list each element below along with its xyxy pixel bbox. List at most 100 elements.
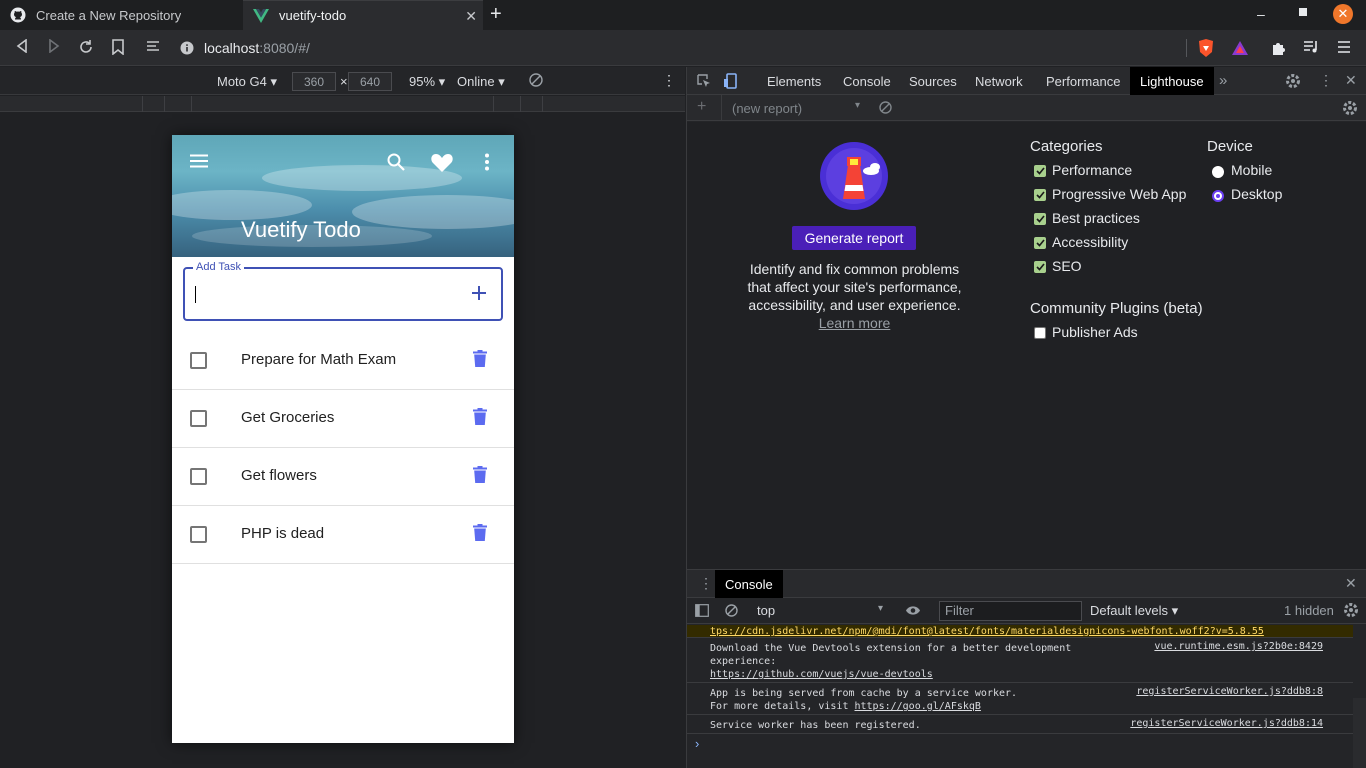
plugin-publisher-ads[interactable]: Publisher Ads xyxy=(1052,324,1138,340)
reader-mode-icon[interactable] xyxy=(146,39,160,53)
tab-console[interactable]: Console xyxy=(833,67,901,95)
viewport-height-input[interactable]: 640 xyxy=(348,72,392,91)
heart-icon[interactable] xyxy=(431,153,453,172)
message-link[interactable]: https://github.com/vuejs/vue-devtools xyxy=(710,668,933,681)
console-settings-icon[interactable] xyxy=(1343,602,1359,618)
text-caret xyxy=(195,286,196,303)
brave-rewards-icon[interactable] xyxy=(1231,40,1249,56)
inspect-element-icon[interactable] xyxy=(697,74,711,88)
reload-icon[interactable] xyxy=(78,39,94,55)
log-levels-select[interactable]: Default levels ▾ xyxy=(1090,603,1178,619)
console-prompt-icon[interactable]: › xyxy=(695,736,699,751)
todo-item[interactable]: PHP is dead xyxy=(172,506,514,564)
info-icon[interactable] xyxy=(180,41,194,55)
close-tab-icon[interactable]: ✕ xyxy=(465,8,477,25)
trash-icon[interactable] xyxy=(473,408,487,425)
drawer-menu-icon[interactable]: ⋮ xyxy=(699,575,713,592)
more-options-icon[interactable]: ⋮ xyxy=(662,72,676,89)
tab-network[interactable]: Network xyxy=(965,67,1033,95)
close-window-icon[interactable]: ✕ xyxy=(1333,4,1353,24)
console-filter-input[interactable]: Filter xyxy=(939,601,1082,621)
tab-lighthouse[interactable]: Lighthouse xyxy=(1130,67,1214,95)
checkbox-pwa[interactable] xyxy=(1034,189,1046,201)
trash-icon[interactable] xyxy=(473,466,487,483)
more-vert-icon[interactable] xyxy=(484,153,490,171)
clear-icon[interactable] xyxy=(879,101,892,114)
category-accessibility[interactable]: Accessibility xyxy=(1052,234,1128,250)
todo-checkbox[interactable] xyxy=(190,352,207,369)
rotate-icon[interactable] xyxy=(529,73,543,87)
device-select[interactable]: Moto G4 ▾ xyxy=(217,74,277,90)
url-text[interactable]: localhost:8080/#/ xyxy=(204,40,310,56)
tab-sources[interactable]: Sources xyxy=(899,67,967,95)
context-select[interactable]: top xyxy=(757,603,775,618)
close-devtools-icon[interactable]: ✕ xyxy=(1345,72,1357,89)
message-text[interactable]: tps://cdn.jsdelivr.net/npm/@mdi/font@lat… xyxy=(710,625,1264,638)
todo-checkbox[interactable] xyxy=(190,526,207,543)
tab-performance[interactable]: Performance xyxy=(1036,67,1130,95)
network-select[interactable]: Online ▾ xyxy=(457,74,505,90)
categories-heading: Categories xyxy=(1030,138,1103,155)
device-toggle-icon[interactable] xyxy=(724,73,738,89)
search-icon[interactable] xyxy=(387,153,405,171)
close-drawer-icon[interactable]: ✕ xyxy=(1345,575,1357,592)
message-source-link[interactable]: vue.runtime.esm.js?2b0e:8429 xyxy=(1154,641,1323,652)
learn-more-link[interactable]: Learn more xyxy=(819,315,891,331)
radio-mobile[interactable] xyxy=(1212,166,1224,178)
new-tab-icon[interactable]: + xyxy=(490,4,502,24)
category-performance[interactable]: Performance xyxy=(1052,162,1132,178)
back-icon[interactable] xyxy=(15,39,29,53)
trash-icon[interactable] xyxy=(473,350,487,367)
radio-desktop[interactable] xyxy=(1212,190,1224,202)
todo-checkbox[interactable] xyxy=(190,468,207,485)
forward-icon[interactable] xyxy=(47,39,61,53)
category-seo[interactable]: SEO xyxy=(1052,258,1082,274)
tab-create-repository[interactable]: Create a New Repository xyxy=(0,0,243,30)
trash-icon[interactable] xyxy=(473,524,487,541)
todo-item[interactable]: Get Groceries xyxy=(172,390,514,448)
clear-console-icon[interactable] xyxy=(725,604,738,617)
tab-vuetify-todo[interactable]: vuetify-todo ✕ xyxy=(243,0,483,30)
checkbox-performance[interactable] xyxy=(1034,165,1046,177)
todo-checkbox[interactable] xyxy=(190,410,207,427)
add-task-field[interactable]: Add Task xyxy=(183,261,503,321)
report-select[interactable]: (new report) xyxy=(732,101,802,116)
log-levels-value: Default levels xyxy=(1090,603,1169,618)
menu-icon[interactable] xyxy=(1337,40,1351,54)
media-controls-icon[interactable] xyxy=(1303,40,1319,54)
maximize-icon[interactable] xyxy=(1299,8,1307,16)
live-expression-icon[interactable] xyxy=(905,605,921,616)
sidebar-toggle-icon[interactable] xyxy=(695,604,709,617)
checkbox-best-practices[interactable] xyxy=(1034,213,1046,225)
category-pwa[interactable]: Progressive Web App xyxy=(1052,186,1186,202)
bookmark-icon[interactable] xyxy=(112,39,124,55)
hamburger-menu-icon[interactable] xyxy=(190,154,208,168)
category-best-practices[interactable]: Best practices xyxy=(1052,210,1140,226)
checkbox-publisher-ads[interactable] xyxy=(1034,327,1046,339)
new-report-icon[interactable]: + xyxy=(697,98,706,116)
viewport-width-input[interactable]: 360 xyxy=(292,72,336,91)
todo-item[interactable]: Get flowers xyxy=(172,448,514,506)
drawer-tab-console[interactable]: Console xyxy=(715,570,783,598)
customize-devtools-icon[interactable]: ⋮ xyxy=(1319,72,1333,89)
device-mobile[interactable]: Mobile xyxy=(1231,162,1272,178)
more-tabs-icon[interactable]: » xyxy=(1219,72,1227,89)
zoom-select[interactable]: 95% ▾ xyxy=(409,74,445,90)
extensions-icon[interactable] xyxy=(1271,40,1287,56)
message-source-link[interactable]: registerServiceWorker.js?ddb8:8 xyxy=(1136,686,1323,697)
lighthouse-settings-icon[interactable] xyxy=(1342,100,1358,116)
checkbox-accessibility[interactable] xyxy=(1034,237,1046,249)
message-link[interactable]: https://goo.gl/AFskqB xyxy=(855,701,981,712)
generate-report-button[interactable]: Generate report xyxy=(792,226,916,250)
settings-icon[interactable] xyxy=(1285,73,1301,89)
brave-shield-icon[interactable] xyxy=(1197,38,1215,58)
checkbox-seo[interactable] xyxy=(1034,261,1046,273)
add-task-icon[interactable] xyxy=(471,279,487,301)
tab-elements[interactable]: Elements xyxy=(757,67,831,95)
message-source-link[interactable]: registerServiceWorker.js?ddb8:14 xyxy=(1130,718,1323,729)
console-scrollbar[interactable] xyxy=(1353,698,1366,768)
device-desktop[interactable]: Desktop xyxy=(1231,186,1282,202)
address-bar[interactable]: localhost:8080/#/ xyxy=(180,33,1190,63)
minimize-icon[interactable]: – xyxy=(1257,6,1265,22)
todo-item[interactable]: Prepare for Math Exam xyxy=(172,332,514,390)
